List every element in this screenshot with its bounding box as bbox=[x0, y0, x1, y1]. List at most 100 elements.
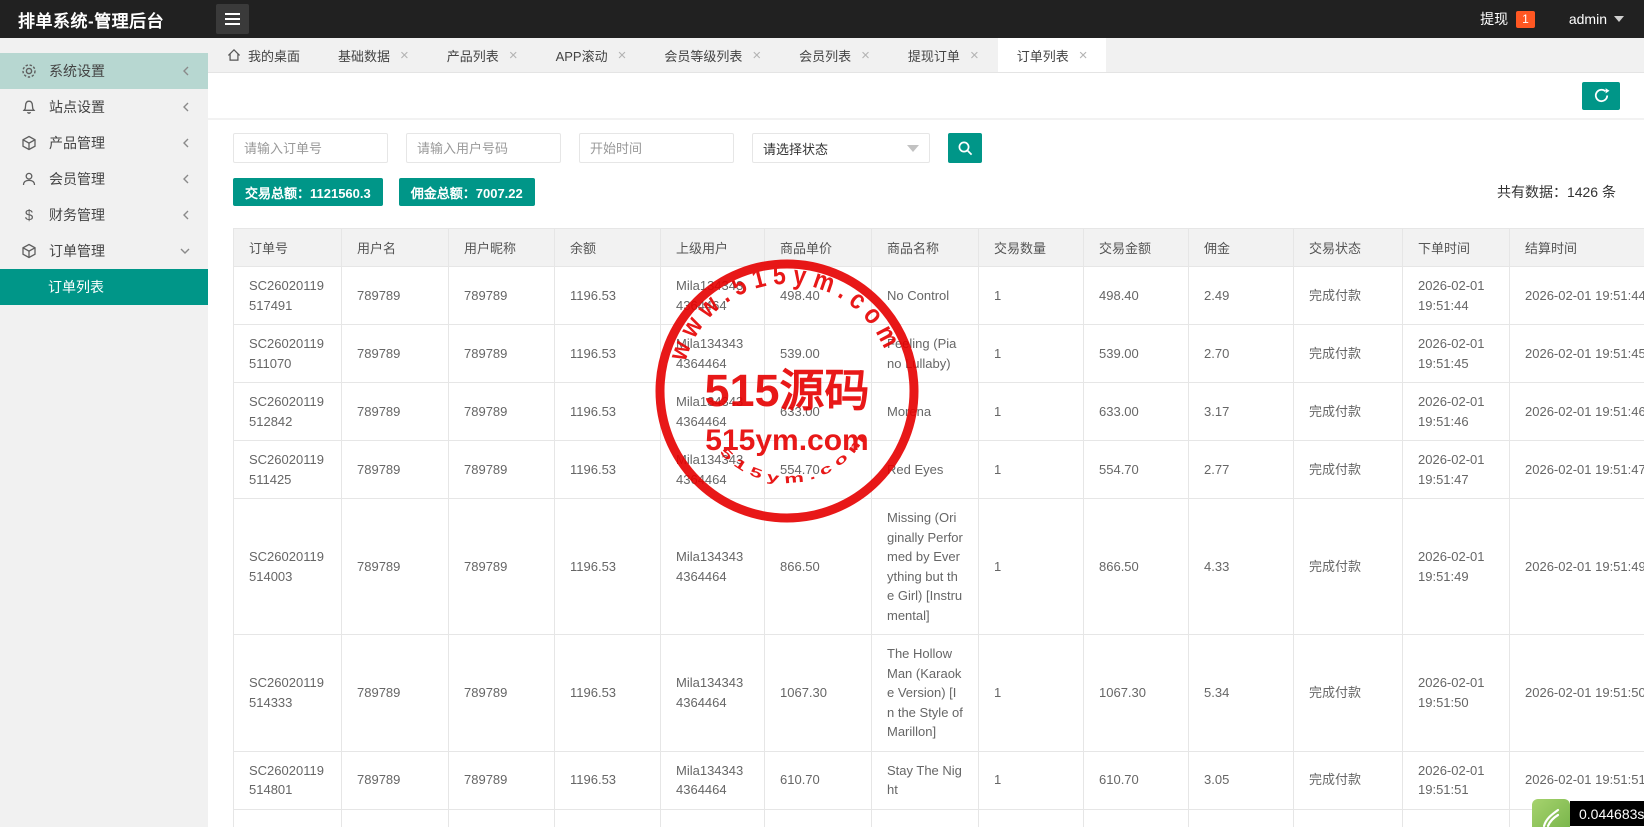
search-icon bbox=[957, 140, 974, 157]
table-cell bbox=[979, 809, 1084, 827]
table-cell: 2026-02-01 19:51:45 bbox=[1403, 325, 1510, 383]
table-cell: 789789 bbox=[449, 267, 555, 325]
sidebar-item-label: 订单管理 bbox=[49, 241, 105, 261]
close-icon[interactable]: × bbox=[752, 48, 761, 63]
table-cell: 610.70 bbox=[765, 751, 872, 809]
sidebar-toggle-button[interactable] bbox=[216, 4, 249, 34]
table-cell: 866.50 bbox=[1084, 499, 1189, 635]
table-cell: 2026-02-01 19:51:46 bbox=[1403, 383, 1510, 441]
withdraw-nav-item[interactable]: 提现 1 bbox=[1480, 9, 1535, 29]
table-cell: 866.50 bbox=[765, 499, 872, 635]
sidebar-item-finance-management[interactable]: $ 财务管理 bbox=[0, 197, 208, 233]
filter-row: 请选择状态 bbox=[233, 133, 1644, 163]
chevron-left-icon bbox=[180, 172, 192, 186]
table-cell: 2.77 bbox=[1189, 441, 1294, 499]
table-cell: 1 bbox=[979, 325, 1084, 383]
table-cell bbox=[1294, 809, 1403, 827]
table-cell: 完成付款 bbox=[1294, 499, 1403, 635]
table-cell: 554.70 bbox=[1084, 441, 1189, 499]
user-menu[interactable]: admin bbox=[1569, 11, 1624, 27]
dollar-icon: $ bbox=[20, 207, 38, 224]
sidebar-item-order-list-active[interactable]: 订单列表 bbox=[0, 269, 208, 305]
table-cell: 4.33 bbox=[1189, 499, 1294, 635]
status-select[interactable]: 请选择状态 bbox=[752, 133, 930, 163]
table-cell: 2026-02-01 19:51:50 bbox=[1403, 635, 1510, 752]
table-cell: SC26020119511425 bbox=[234, 441, 342, 499]
select-caret-icon bbox=[907, 145, 919, 152]
sidebar-item-site-settings[interactable]: 站点设置 bbox=[0, 89, 208, 125]
table-cell: 2026-02-01 19:51:47 bbox=[1510, 441, 1644, 499]
start-time-input[interactable] bbox=[579, 133, 734, 163]
table-cell: 2.70 bbox=[1189, 325, 1294, 383]
table-cell: 1196.53 bbox=[555, 267, 661, 325]
app-title: 排单系统-管理后台 bbox=[0, 7, 208, 32]
tab-desktop[interactable]: 我的桌面 bbox=[208, 38, 319, 72]
table-cell: 789789 bbox=[342, 499, 449, 635]
table-cell: Stay The Night bbox=[872, 751, 979, 809]
table-cell: 2026-02-01 19:51:51 bbox=[1403, 751, 1510, 809]
table-row: SC260201195174917897897897891196.53Mila1… bbox=[234, 267, 1644, 325]
table-header-row: 订单号 用户名 用户昵称 余额 上级用户 商品单价 商品名称 交易数量 交易金额… bbox=[234, 229, 1644, 267]
table-cell: 2.49 bbox=[1189, 267, 1294, 325]
close-icon[interactable]: × bbox=[618, 48, 627, 63]
sidebar-item-label: 财务管理 bbox=[49, 205, 105, 225]
table-cell: 2026-02-01 19:51:50 bbox=[1510, 635, 1644, 752]
sidebar-item-member-management[interactable]: 会员管理 bbox=[0, 161, 208, 197]
refresh-button[interactable] bbox=[1582, 82, 1620, 110]
order-list-panel: 请选择状态 交易总额：1121560.3 佣金总额：7007.22 共有数据：1… bbox=[208, 120, 1644, 827]
table-cell: 1 bbox=[979, 383, 1084, 441]
close-icon[interactable]: × bbox=[970, 48, 979, 63]
table-cell bbox=[765, 809, 872, 827]
main-area: 我的桌面 基础数据× 产品列表× APP滚动× 会员等级列表× 会员列表× 提现… bbox=[208, 38, 1644, 827]
close-icon[interactable]: × bbox=[400, 48, 409, 63]
tab-order-list-active[interactable]: 订单列表× bbox=[998, 38, 1107, 72]
table-cell: 1196.53 bbox=[555, 383, 661, 441]
tab-product-list[interactable]: 产品列表× bbox=[428, 38, 537, 72]
tab-app-scroll[interactable]: APP滚动× bbox=[537, 38, 646, 72]
table-cell: SC26020119514003 bbox=[234, 499, 342, 635]
table-cell: 1196.53 bbox=[555, 809, 661, 827]
order-no-input[interactable] bbox=[233, 133, 388, 163]
table-row: SC260201195140037897897897891196.53Mila1… bbox=[234, 499, 1644, 635]
table-cell: 539.00 bbox=[765, 325, 872, 383]
tab-member-level-list[interactable]: 会员等级列表× bbox=[645, 38, 780, 72]
search-button[interactable] bbox=[948, 133, 982, 163]
sidebar-item-system-settings[interactable]: 系统设置 bbox=[0, 53, 208, 89]
table-cell: 1196.53 bbox=[555, 751, 661, 809]
table-cell: 1196.53 bbox=[555, 441, 661, 499]
tab-member-list[interactable]: 会员列表× bbox=[780, 38, 889, 72]
bell-icon bbox=[20, 99, 38, 115]
table-cell: 789789 bbox=[449, 441, 555, 499]
sidebar-item-label: 站点设置 bbox=[49, 97, 105, 117]
table-cell: 633.00 bbox=[1084, 383, 1189, 441]
table-cell: 完成付款 bbox=[1294, 383, 1403, 441]
close-icon[interactable]: × bbox=[861, 48, 870, 63]
status-select-value: 请选择状态 bbox=[763, 139, 828, 158]
sidebar-item-order-management[interactable]: 订单管理 bbox=[0, 233, 208, 269]
table-cell: SC260201195 bbox=[234, 809, 342, 827]
chevron-left-icon bbox=[180, 100, 192, 114]
tab-withdraw-orders[interactable]: 提现订单× bbox=[889, 38, 998, 72]
table-cell: 554.70 bbox=[765, 441, 872, 499]
debug-exec-time: 0.044683s bbox=[1570, 801, 1644, 826]
table-cell: Mila1343434364464 bbox=[661, 383, 765, 441]
table-cell: 498.40 bbox=[765, 267, 872, 325]
withdraw-count-badge: 1 bbox=[1516, 11, 1535, 28]
close-icon[interactable]: × bbox=[1079, 48, 1088, 63]
user-no-input[interactable] bbox=[406, 133, 561, 163]
table-cell: 完成付款 bbox=[1294, 325, 1403, 383]
col-header: 用户名 bbox=[342, 229, 449, 267]
chevron-left-icon bbox=[180, 64, 192, 78]
sidebar-item-product-management[interactable]: 产品管理 bbox=[0, 125, 208, 161]
refresh-icon bbox=[1593, 87, 1610, 104]
debug-toolbar[interactable]: 0.044683s bbox=[1532, 799, 1644, 827]
username: admin bbox=[1569, 11, 1607, 27]
table-cell: 2026-02-01 19:51:44 bbox=[1510, 267, 1644, 325]
table-cell: 完成付款 bbox=[1294, 635, 1403, 752]
table-cell: 2026-02-01 19:51:45 bbox=[1510, 325, 1644, 383]
tab-basic-data[interactable]: 基础数据× bbox=[319, 38, 428, 72]
table-cell: 2026-02-01 19:51:47 bbox=[1403, 441, 1510, 499]
sidebar-item-label: 系统设置 bbox=[49, 61, 105, 81]
order-table-body: SC260201195174917897897897891196.53Mila1… bbox=[234, 267, 1644, 827]
close-icon[interactable]: × bbox=[509, 48, 518, 63]
